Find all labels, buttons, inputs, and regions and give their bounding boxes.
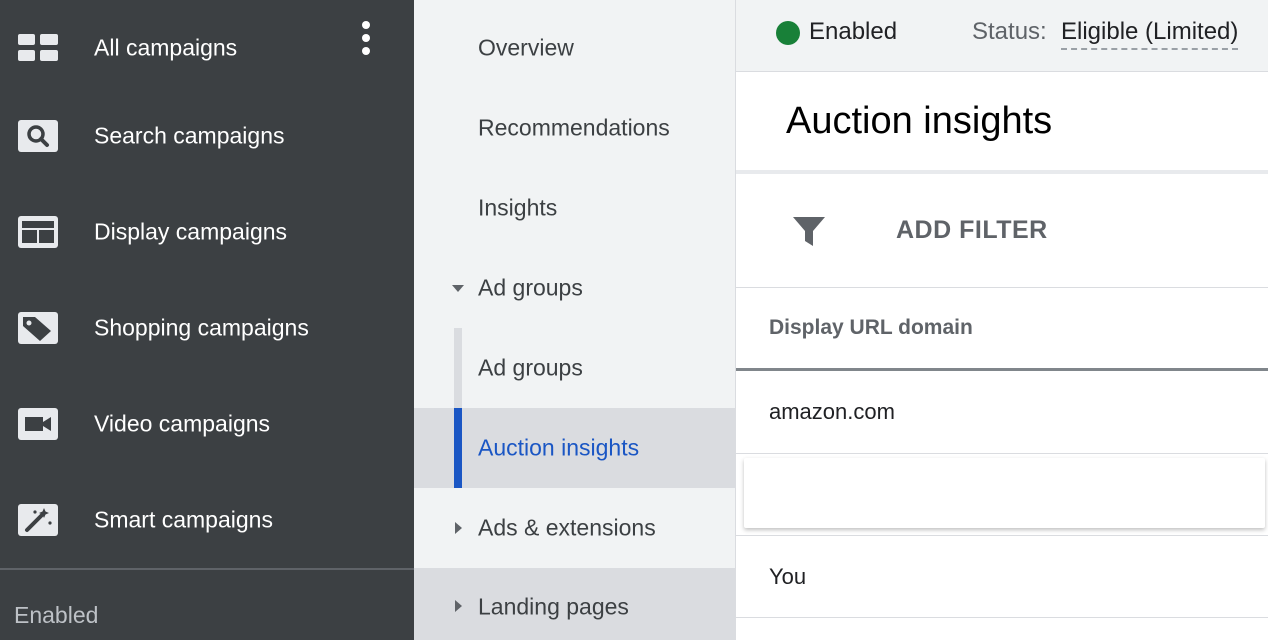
nav-item-label: Insights: [478, 194, 558, 221]
enabled-status-dot-icon: [776, 21, 800, 45]
nav-item-recommendations[interactable]: Recommendations: [414, 88, 735, 168]
sidebar-item-search-campaigns[interactable]: Search campaigns: [0, 88, 414, 184]
sidebar-item-label: Search campaigns: [94, 122, 285, 149]
campaign-sidebar: All campaigns Search campaigns Display c…: [0, 0, 414, 640]
filter-icon[interactable]: [792, 214, 826, 248]
campaign-status-bar: Enabled Status: Eligible (Limited): [736, 0, 1268, 72]
nav-item-ads-extensions[interactable]: Ads & extensions: [414, 488, 735, 568]
nav-item-label: Landing pages: [478, 593, 629, 620]
filter-bar: ADD FILTER: [736, 174, 1268, 288]
display-icon: [18, 216, 58, 248]
active-indicator: [454, 408, 462, 488]
sidebar-item-video-campaigns[interactable]: Video campaigns: [0, 376, 414, 472]
sidebar-item-label: Smart campaigns: [94, 506, 273, 533]
table-row: amazon.com: [736, 371, 1268, 454]
table-row: [744, 458, 1265, 528]
nav-item-label: Recommendations: [478, 114, 670, 141]
status-label: Status:: [972, 18, 1047, 45]
tag-icon: [18, 312, 58, 344]
caret-down-icon[interactable]: [451, 281, 465, 295]
nav-item-ad-groups-section[interactable]: Ad groups: [414, 248, 735, 328]
nav-item-overview[interactable]: Overview: [414, 8, 735, 88]
sidebar-item-shopping-campaigns[interactable]: Shopping campaigns: [0, 280, 414, 376]
add-filter-button[interactable]: ADD FILTER: [896, 216, 1048, 245]
main-content: Enabled Status: Eligible (Limited) Aucti…: [735, 0, 1268, 640]
grid-icon: [18, 34, 58, 61]
sidebar-item-display-campaigns[interactable]: Display campaigns: [0, 184, 414, 280]
magic-wand-icon: [18, 504, 58, 536]
sidebar-divider: [0, 568, 414, 570]
nav-item-label: Ads & extensions: [478, 514, 656, 541]
nav-item-ad-groups[interactable]: Ad groups: [414, 328, 735, 408]
caret-right-icon[interactable]: [451, 521, 465, 535]
table-row: You: [736, 535, 1268, 618]
caret-right-icon[interactable]: [451, 599, 465, 613]
sidebar-item-label: Video campaigns: [94, 410, 271, 437]
nav-item-landing-pages[interactable]: Landing pages: [414, 568, 735, 640]
display-url-domain-cell: amazon.com: [769, 399, 895, 424]
sidebar-item-label: Display campaigns: [94, 218, 288, 245]
nav-item-label: Ad groups: [478, 354, 583, 381]
nav-item-label: Overview: [478, 34, 574, 61]
display-url-domain-cell: You: [769, 563, 807, 589]
sidebar-item-label: All campaigns: [94, 34, 238, 61]
page-title: Auction insights: [786, 100, 1053, 142]
sidebar-status-text: Enabled: [14, 602, 99, 628]
more-vert-icon[interactable]: [352, 18, 380, 58]
search-icon: [18, 120, 58, 152]
enabled-status-dropdown[interactable]: Enabled: [809, 18, 897, 46]
column-header-display-url-domain[interactable]: Display URL domain: [769, 316, 973, 340]
nav-item-auction-insights[interactable]: Auction insights: [414, 408, 735, 488]
sidebar-item-smart-campaigns[interactable]: Smart campaigns: [0, 472, 414, 568]
nav-item-insights[interactable]: Insights: [414, 168, 735, 248]
video-camera-icon: [18, 408, 58, 440]
page-nav-menu: Overview Recommendations Insights Ad gro…: [414, 0, 735, 640]
nav-item-label: Ad groups: [478, 274, 583, 301]
sidebar-item-label: Shopping campaigns: [94, 314, 309, 341]
nav-item-label: Auction insights: [478, 434, 640, 461]
sidebar-item-all-campaigns[interactable]: All campaigns: [0, 0, 414, 96]
status-value[interactable]: Eligible (Limited): [1061, 18, 1239, 50]
